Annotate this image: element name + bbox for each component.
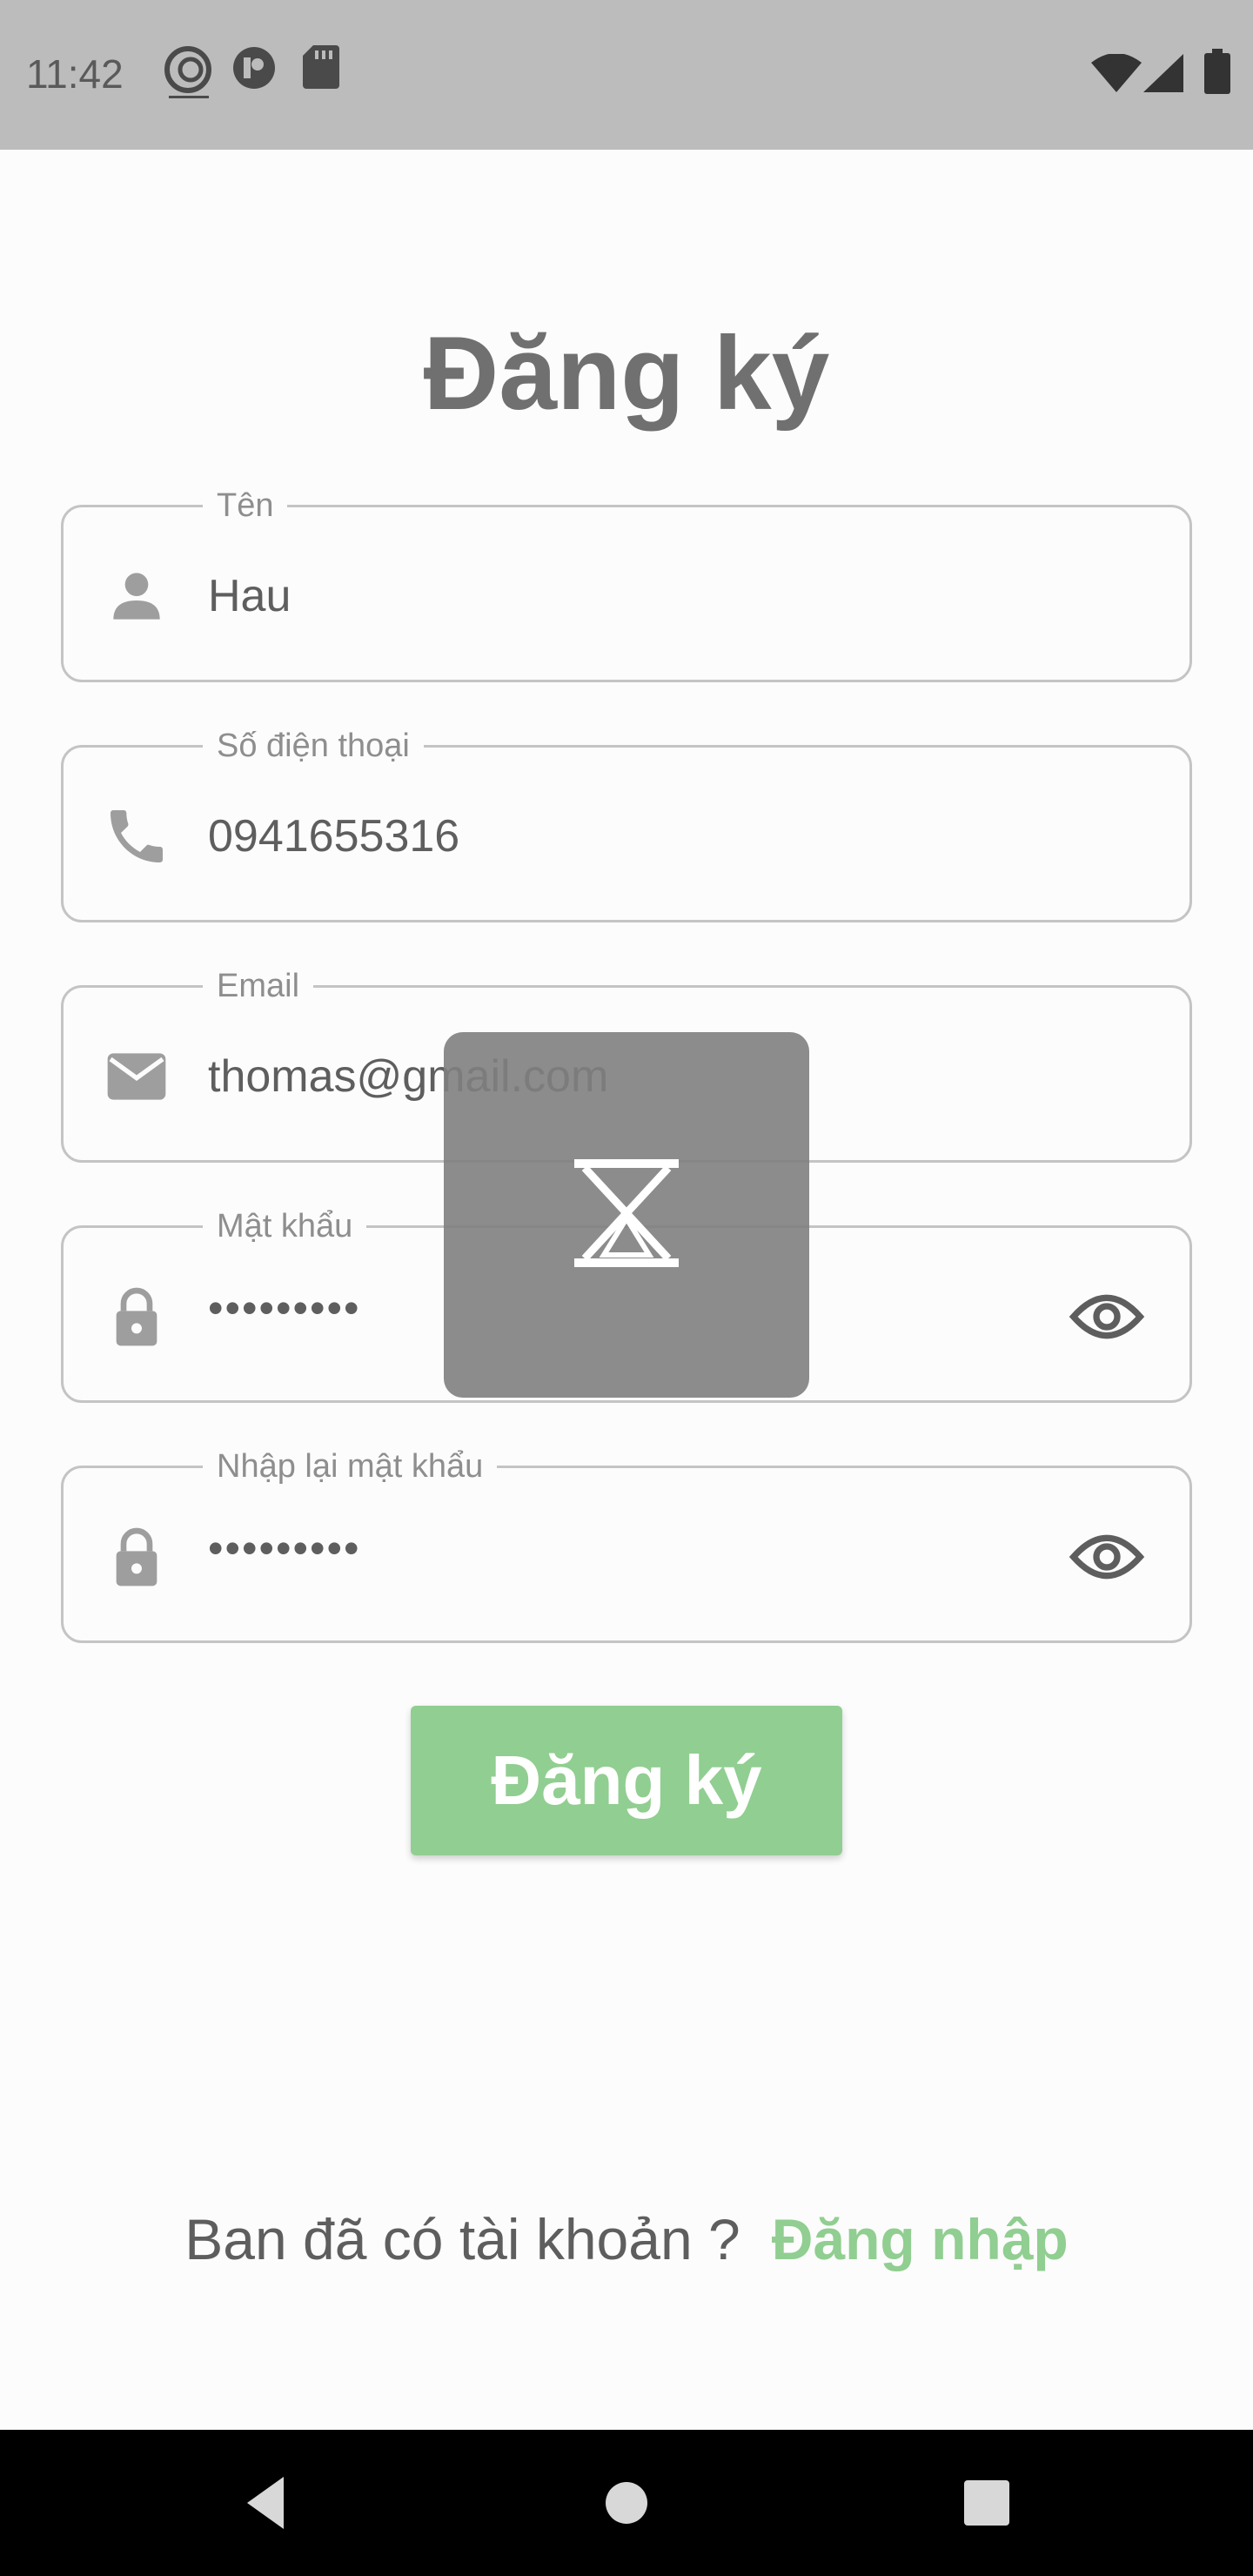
phone-field[interactable]: Số điện thoại 0941655316 [61,725,1192,922]
app-logo-icon [162,45,214,107]
lock-icon [102,1282,171,1352]
confirm-password-input[interactable]: ••••••••• [208,1519,361,1578]
name-label: Tên [203,485,288,527]
back-icon[interactable] [233,2468,303,2538]
phone-icon [102,802,171,871]
email-label: Email [203,965,314,1007]
battery-icon [1204,49,1230,98]
name-input[interactable]: Hau [208,567,291,626]
sd-card-icon [303,45,339,93]
navigation-bar [0,2430,1253,2576]
password-label: Mật khẩu [203,1205,367,1247]
lock-icon [102,1522,171,1592]
home-icon[interactable] [592,2468,661,2538]
status-time: 11:42 [26,51,124,97]
register-button[interactable]: Đăng ký [411,1706,842,1855]
confirm-password-field[interactable]: Nhập lại mật khẩu ••••••••• [61,1446,1192,1643]
login-prompt: Ban đã có tài khoản ? Đăng nhập [0,2206,1253,2272]
eye-icon[interactable] [1068,1282,1146,1352]
confirm-password-label: Nhập lại mật khẩu [203,1446,498,1487]
page-title: Đăng ký [423,315,830,432]
loading-overlay [444,1032,809,1398]
eye-icon[interactable] [1068,1522,1146,1592]
email-icon [102,1042,171,1111]
login-link[interactable]: Đăng nhập [772,2207,1069,2271]
wifi-icon [1091,53,1142,97]
person-icon [102,561,171,631]
password-input[interactable]: ••••••••• [208,1278,361,1338]
phone-input[interactable]: 0941655316 [208,807,459,866]
phone-label: Số điện thoại [203,725,424,767]
signal-icon [1143,54,1183,97]
name-field[interactable]: Tên Hau [61,485,1192,682]
recents-icon[interactable] [952,2468,1022,2538]
hourglass-icon [573,1157,680,1273]
status-bar: 11:42 [0,0,1253,150]
login-prompt-text: Ban đã có tài khoản ? [184,2207,740,2271]
notification-icon [231,45,277,95]
